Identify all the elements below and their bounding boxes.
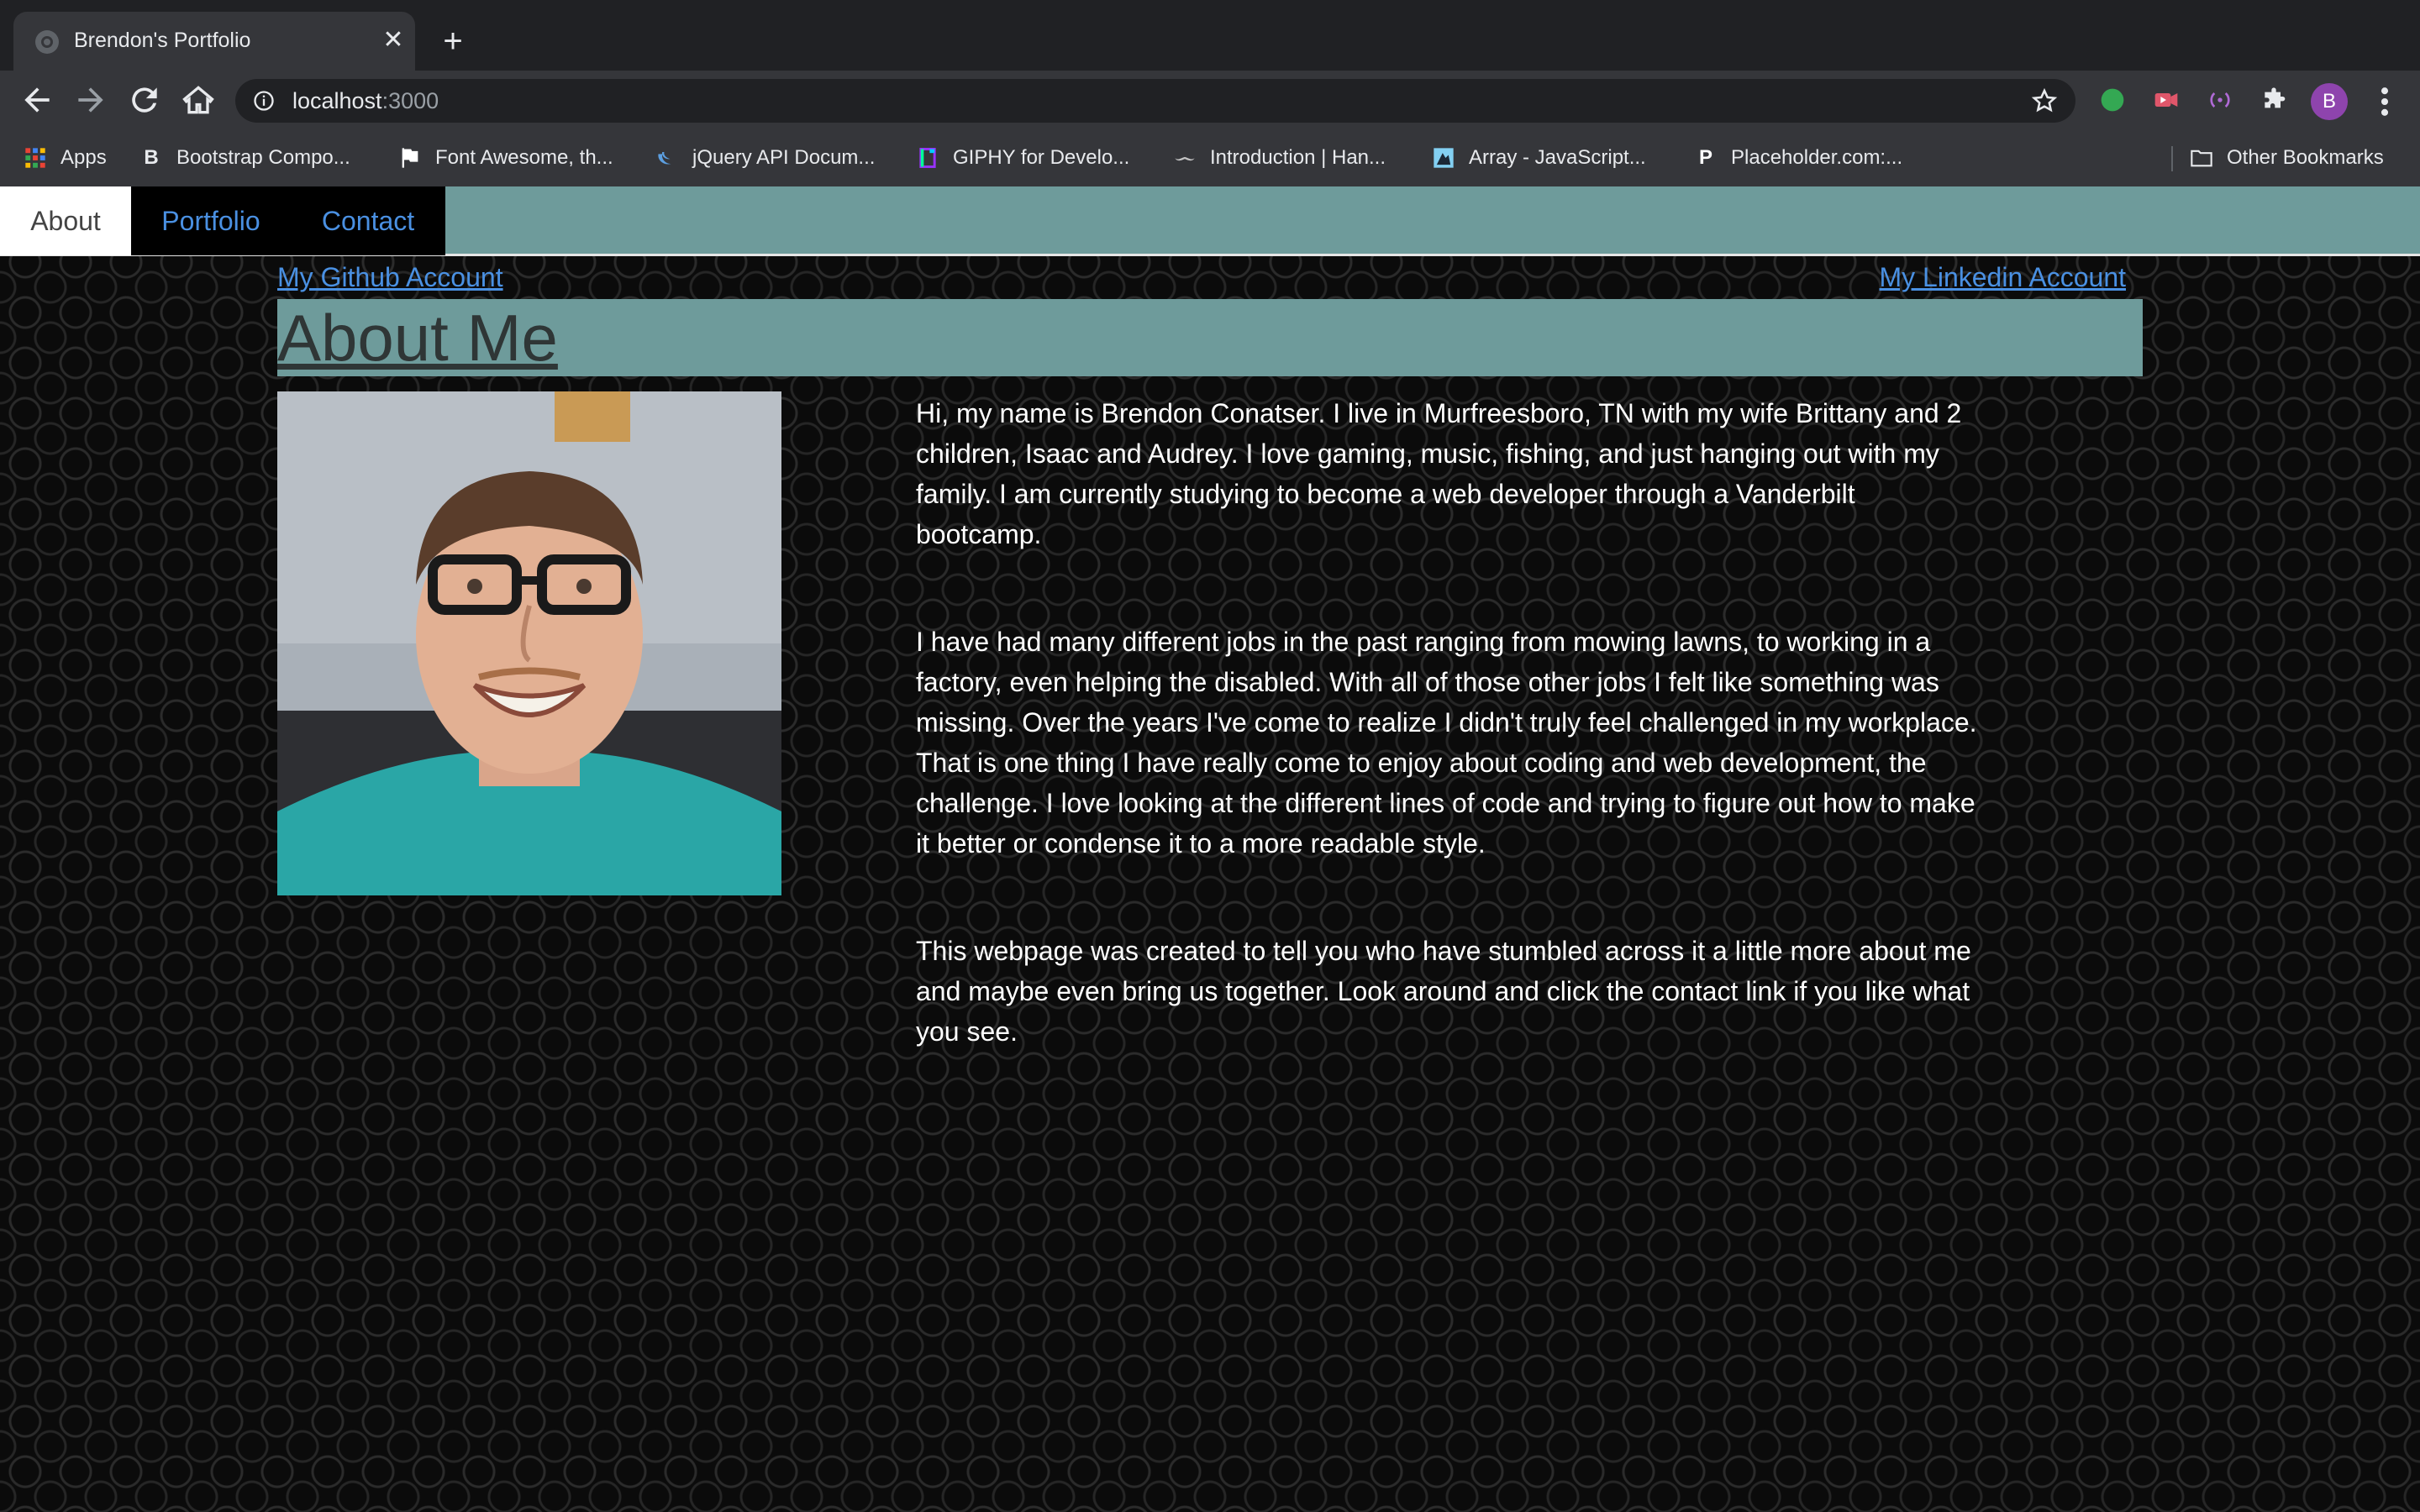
profile-avatar[interactable]: B	[2311, 83, 2348, 120]
bookmark-label: Array - JavaScript...	[1469, 146, 1646, 169]
bookmark-jquery[interactable]: jQuery API Docum...	[655, 143, 875, 173]
bookmark-label: Placeholder.com:...	[1731, 146, 1903, 169]
apps-grid-icon	[24, 146, 47, 170]
bookmark-label: Bootstrap Compo...	[176, 146, 350, 169]
about-paragraph: I have had many different jobs in the pa…	[916, 627, 1977, 858]
browser-toolbar: localhost:3000 B	[0, 71, 2420, 129]
site-navbar: About Portfolio Contact	[0, 186, 2420, 256]
nav-tab-contact[interactable]: Contact	[291, 186, 445, 255]
kebab-menu-icon[interactable]	[2370, 83, 2400, 120]
close-tab-icon[interactable]: ✕	[376, 24, 410, 57]
bookmarks-bar: Apps B Bootstrap Compo... Font Awesome, …	[0, 129, 2420, 187]
puzzle-extensions-icon[interactable]	[2260, 87, 2287, 113]
bookmark-apps[interactable]: Apps	[24, 143, 107, 173]
home-icon[interactable]	[180, 81, 217, 118]
bootstrap-icon: B	[144, 146, 159, 169]
nav-tab-about[interactable]: About	[0, 186, 131, 255]
handlebars-icon	[1173, 146, 1197, 170]
other-bookmarks-label: Other Bookmarks	[2227, 146, 2384, 169]
page-title: About Me	[277, 301, 558, 375]
about-paragraph: This webpage was created to tell you who…	[916, 936, 1971, 1047]
linkedin-link[interactable]: My Linkedin Account	[1880, 262, 2127, 293]
placeholder-p-icon: P	[1698, 146, 1712, 169]
reload-icon[interactable]	[126, 81, 163, 118]
bookmark-placeholder[interactable]: P Placeholder.com:...	[1694, 143, 1902, 173]
browser-tab[interactable]: Brendon's Portfolio ✕	[13, 12, 415, 71]
url-text: localhost:3000	[292, 88, 439, 113]
tab-title: Brendon's Portfolio	[74, 29, 251, 52]
bookmark-label: Apps	[60, 146, 107, 169]
bookmark-label: GIPHY for Develo...	[953, 146, 1130, 169]
bookmark-giphy[interactable]: GIPHY for Develo...	[916, 143, 1129, 173]
page-content: About Portfolio Contact My Github Accoun…	[0, 186, 2420, 1512]
mdn-icon	[1432, 146, 1455, 170]
nav-tab-portfolio[interactable]: Portfolio	[131, 186, 291, 255]
bookmark-font-awesome[interactable]: Font Awesome, th...	[398, 143, 613, 173]
jquery-icon	[655, 146, 679, 170]
address-bar[interactable]: localhost:3000	[235, 79, 2075, 123]
browser-tab-strip: Brendon's Portfolio ✕ +	[0, 0, 2420, 71]
bookmark-handlebars[interactable]: Introduction | Han...	[1173, 143, 1386, 173]
forward-arrow-icon[interactable]	[72, 81, 109, 118]
bookmark-label: Font Awesome, th...	[435, 146, 613, 169]
bookmarks-separator	[2171, 146, 2173, 171]
video-extension-icon[interactable]	[2153, 87, 2180, 113]
green-extension-icon[interactable]	[2099, 87, 2126, 113]
back-arrow-icon[interactable]	[18, 81, 55, 118]
other-bookmarks[interactable]: Other Bookmarks	[2190, 143, 2384, 173]
bookmark-mdn-array[interactable]: Array - JavaScript...	[1432, 143, 1646, 173]
bookmark-label: jQuery API Docum...	[692, 146, 876, 169]
about-paragraph: Hi, my name is Brendon Conatser. I live …	[916, 398, 1962, 549]
bookmark-star-icon[interactable]	[2030, 87, 2059, 115]
folder-icon	[2190, 146, 2213, 170]
github-link[interactable]: My Github Account	[277, 262, 503, 293]
globe-icon	[35, 30, 59, 54]
bookmark-bootstrap[interactable]: B Bootstrap Compo...	[139, 143, 350, 173]
bookmark-label: Introduction | Han...	[1210, 146, 1386, 169]
broadcast-extension-icon[interactable]	[2207, 87, 2233, 113]
about-header-band: About Me	[277, 299, 2143, 376]
new-tab-plus-icon[interactable]: +	[434, 22, 472, 60]
profile-photo	[277, 391, 781, 895]
flag-icon	[398, 146, 422, 170]
giphy-icon	[916, 146, 939, 170]
site-info-icon[interactable]	[252, 89, 276, 113]
